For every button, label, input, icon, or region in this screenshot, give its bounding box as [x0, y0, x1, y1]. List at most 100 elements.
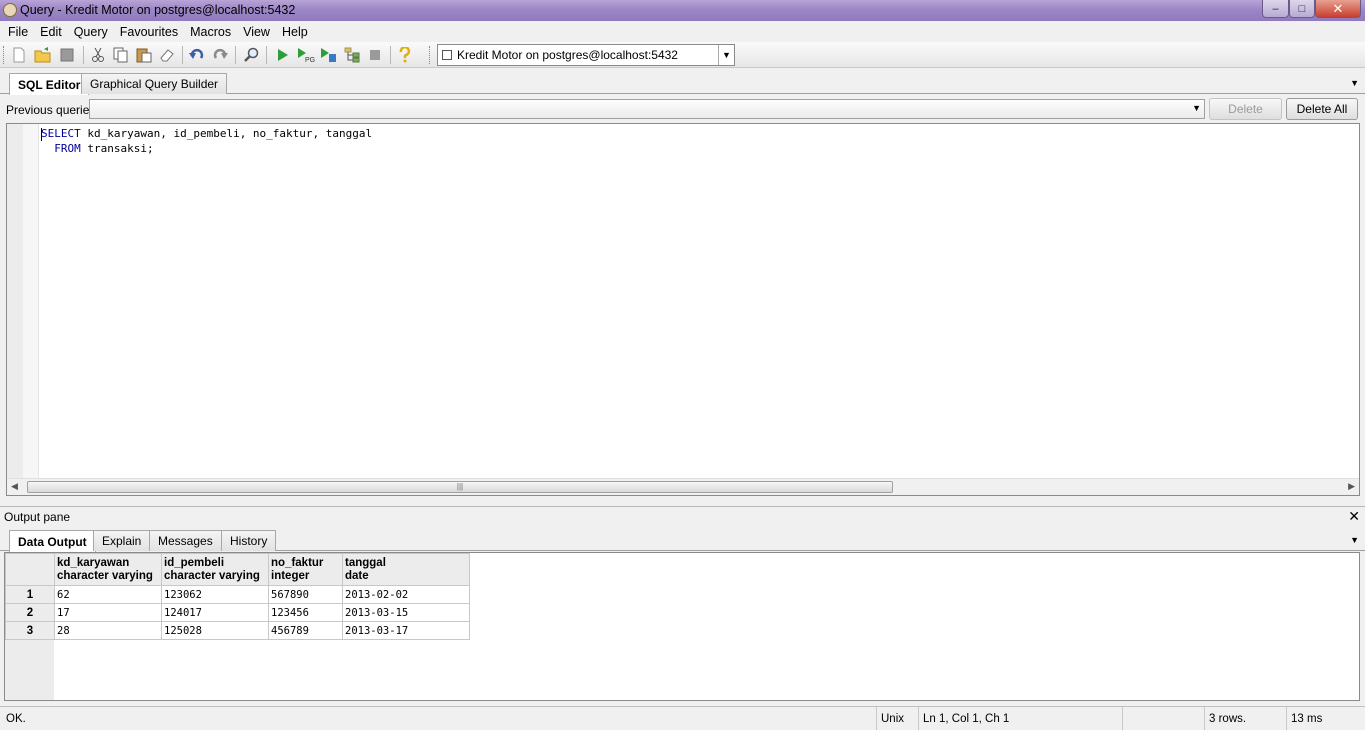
status-row-count: 3 rows. [1204, 707, 1286, 730]
status-line-ending: Unix [876, 707, 918, 730]
connection-value: Kredit Motor on postgres@localhost:5432 [457, 48, 678, 62]
tab-explain[interactable]: Explain [93, 530, 151, 551]
save-icon[interactable] [57, 45, 77, 65]
row-number[interactable]: 1 [5, 585, 55, 604]
editor-fold-margin [23, 124, 39, 479]
table-cell[interactable]: 2013-03-15 [342, 603, 470, 622]
corner-cell[interactable] [5, 553, 55, 586]
title-bar: Query - Kredit Motor on postgres@localho… [0, 0, 1365, 21]
new-file-icon[interactable] [9, 45, 29, 65]
connection-color-swatch [442, 50, 452, 60]
maximize-button[interactable]: □ [1289, 0, 1315, 18]
menu-edit[interactable]: Edit [34, 25, 68, 39]
cancel-query-icon[interactable] [365, 45, 385, 65]
table-cell[interactable]: 125028 [161, 621, 269, 640]
sql-editor[interactable]: SELECT kd_karyawan, id_pembeli, no_faktu… [6, 123, 1360, 496]
previous-queries-select[interactable]: ▼ [89, 99, 1205, 119]
menu-favourites[interactable]: Favourites [114, 25, 184, 39]
table-row[interactable]: 3 28 125028 456789 2013-03-17 [5, 621, 470, 640]
table-cell[interactable]: 2013-02-02 [342, 585, 470, 604]
status-cursor-position: Ln 1, Col 1, Ch 1 [918, 707, 1122, 730]
delete-button[interactable]: Delete [1209, 98, 1282, 120]
delete-all-button[interactable]: Delete All [1286, 98, 1358, 120]
table-cell[interactable]: 2013-03-17 [342, 621, 470, 640]
scroll-right-icon[interactable]: ▶ [1348, 481, 1355, 492]
row-number[interactable]: 2 [5, 603, 55, 622]
status-query-time: 13 ms [1286, 707, 1365, 730]
table-header-row: kd_karyawan character varying id_pembeli c… [5, 553, 470, 586]
tab-graphical-query-builder[interactable]: Graphical Query Builder [81, 73, 228, 94]
row-number[interactable]: 3 [5, 621, 55, 640]
execute-pgscript-icon[interactable]: PG [296, 45, 316, 65]
pane-menu-icon[interactable]: ▼ [1350, 78, 1359, 88]
table-cell[interactable]: 123062 [161, 585, 269, 604]
code-line-2-text: transaksi; [80, 142, 154, 155]
scroll-left-icon[interactable]: ◀ [11, 481, 18, 492]
column-header[interactable]: id_pembeli character varying [161, 553, 269, 586]
menu-file[interactable]: File [2, 25, 34, 39]
column-header[interactable]: tanggal date [342, 553, 470, 586]
help-icon[interactable] [395, 45, 415, 65]
sql-keyword-from: FROM [54, 142, 81, 155]
status-message: OK. [6, 712, 26, 725]
data-output-grid: kd_karyawan character varying id_pembeli c… [4, 552, 1360, 701]
tab-data-output[interactable]: Data Output [9, 530, 96, 552]
code-line-2-indent [41, 142, 54, 155]
close-button[interactable]: ✕ [1315, 0, 1361, 18]
table-row[interactable]: 1 62 123062 567890 2013-02-02 [5, 585, 470, 604]
table-cell[interactable]: 28 [54, 621, 162, 640]
undo-icon[interactable] [187, 45, 207, 65]
tab-history[interactable]: History [221, 530, 277, 551]
app-icon [3, 3, 17, 17]
find-icon[interactable] [242, 45, 262, 65]
copy-icon[interactable] [111, 45, 131, 65]
minimize-button[interactable]: – [1262, 0, 1289, 18]
status-empty [1122, 707, 1204, 730]
results-table: kd_karyawan character varying id_pembeli c… [5, 553, 470, 640]
chevron-down-icon[interactable]: ▼ [1192, 103, 1201, 113]
eraser-icon[interactable] [157, 45, 177, 65]
code-line-2: FROM transaksi; [41, 141, 372, 156]
toolbar-grip[interactable] [3, 46, 6, 64]
execute-query-icon[interactable] [273, 45, 293, 65]
table-cell[interactable]: 567890 [268, 585, 343, 604]
horizontal-scrollbar[interactable]: ◀ ||| ▶ [7, 478, 1359, 495]
sql-code[interactable]: SELECT kd_karyawan, id_pembeli, no_faktu… [41, 126, 372, 156]
open-file-icon[interactable] [33, 45, 53, 65]
tab-messages[interactable]: Messages [149, 530, 222, 551]
menu-macros[interactable]: Macros [184, 25, 237, 39]
window-title: Query - Kredit Motor on postgres@localho… [20, 3, 296, 17]
cut-icon[interactable] [88, 45, 108, 65]
sql-keyword-select: SELECT [41, 127, 81, 140]
table-cell[interactable]: 123456 [268, 603, 343, 622]
scrollbar-thumb[interactable]: ||| [27, 481, 893, 493]
menu-query[interactable]: Query [68, 25, 114, 39]
table-cell[interactable]: 124017 [161, 603, 269, 622]
code-line-1-text: kd_karyawan, id_pembeli, no_faktur, tang… [80, 127, 373, 140]
svg-text:PG: PG [305, 57, 315, 63]
column-header[interactable]: kd_karyawan character varying [54, 553, 162, 586]
table-cell[interactable]: 62 [54, 585, 162, 604]
previous-queries-label: Previous queries [6, 103, 96, 117]
output-tabs: Data Output Explain Messages History ▼ [0, 527, 1365, 552]
tab-sql-editor[interactable]: SQL Editor [9, 73, 90, 95]
menu-bar: File Edit Query Favourites Macros View H… [0, 21, 1365, 42]
table-cell[interactable]: 456789 [268, 621, 343, 640]
explain-query-icon[interactable] [342, 45, 362, 65]
menu-view[interactable]: View [237, 25, 276, 39]
menu-help[interactable]: Help [276, 25, 314, 39]
connection-select[interactable]: Kredit Motor on postgres@localhost:5432 … [437, 44, 735, 66]
column-header[interactable]: no_faktur integer [268, 553, 343, 586]
execute-to-file-icon[interactable] [319, 45, 339, 65]
redo-icon[interactable] [210, 45, 230, 65]
chevron-down-icon[interactable]: ▼ [718, 45, 734, 65]
toolbar-grip-2[interactable] [429, 46, 432, 64]
editor-tabs: SQL Editor Graphical Query Builder ▼ [0, 70, 1365, 95]
status-bar: OK. Unix Ln 1, Col 1, Ch 1 3 rows. 13 ms [0, 706, 1365, 730]
paste-icon[interactable] [134, 45, 154, 65]
table-cell[interactable]: 17 [54, 603, 162, 622]
previous-queries-row: Previous queries ▼ Delete Delete All [0, 96, 1365, 122]
pane-menu-icon[interactable]: ▼ [1350, 535, 1359, 545]
close-icon[interactable]: ✕ [1348, 508, 1360, 525]
table-row[interactable]: 2 17 124017 123456 2013-03-15 [5, 603, 470, 622]
